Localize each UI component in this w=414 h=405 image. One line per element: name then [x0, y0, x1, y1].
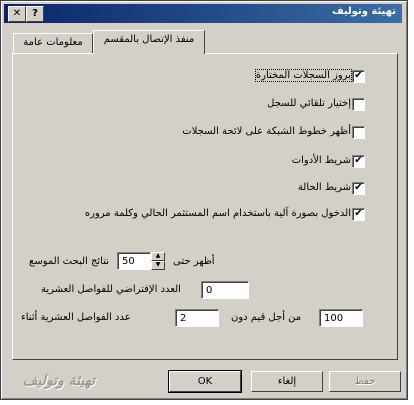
checkbox[interactable]: ✔: [352, 155, 365, 168]
threshold-value-input[interactable]: 100: [319, 309, 363, 327]
tab-general-info[interactable]: معلومات عامة: [13, 33, 93, 53]
default-decimals-label: العدد الإفتراضي للفواصل العشرية: [41, 284, 181, 295]
option-label: شريط الأدوات: [291, 155, 351, 166]
tab-switch-port[interactable]: منفذ الإتصال بالمقسم: [93, 30, 205, 54]
help-button[interactable]: ?: [26, 6, 44, 22]
decimal-places-input[interactable]: 2: [175, 309, 219, 327]
search-prefix-label: نتائج البحث الموسع: [29, 256, 110, 267]
checkbox[interactable]: ✔: [352, 70, 365, 83]
spin-down-icon[interactable]: ▼: [151, 261, 165, 270]
checkbox[interactable]: ✔: [352, 208, 365, 221]
cancel-button[interactable]: إلغاء: [251, 371, 323, 392]
checkbox[interactable]: [352, 126, 365, 139]
option-label: بروز السجلات المختارة: [254, 69, 353, 82]
watermark: تهيئة وتوليف: [23, 373, 96, 389]
option-status-bar[interactable]: شريط الحالة ✔: [13, 180, 397, 196]
checkbox[interactable]: [352, 98, 365, 111]
option-label: الدخول بصورة آلية باستخدام اسم المستثمر …: [84, 208, 351, 219]
search-suffix-label: أظهر حتى: [173, 256, 215, 267]
window-title: تهيئة وتوليف: [331, 6, 396, 17]
spin-up-icon[interactable]: ▲: [151, 252, 165, 261]
search-results-input[interactable]: 50: [117, 252, 151, 270]
default-decimals-input[interactable]: 0: [201, 281, 249, 299]
option-label: إختيار تلقائي للسجل: [267, 98, 351, 109]
option-label: شريط الحالة: [297, 182, 351, 193]
close-button[interactable]: ✕: [8, 6, 26, 22]
settings-dialog: ✕ ? تهيئة وتوليف معلومات عامة منفذ الإتص…: [0, 0, 408, 400]
tab-general-info-label: معلومات عامة: [23, 37, 83, 48]
checkbox[interactable]: ✔: [352, 182, 365, 195]
option-show-gridlines[interactable]: أظهر خطوط الشبكة على لائحة السجلات: [13, 124, 397, 140]
option-highlight-selected[interactable]: بروز السجلات المختارة ✔: [13, 68, 397, 84]
save-button[interactable]: حفظ: [329, 371, 401, 392]
title-bar: ✕ ? تهيئة وتوليف: [4, 4, 402, 23]
option-toolbar[interactable]: شريط الأدوات ✔: [13, 153, 397, 169]
option-auto-select-record[interactable]: إختيار تلقائي للسجل: [13, 96, 397, 112]
decimal-places-label: عدد الفواصل العشرية أثناء: [21, 312, 131, 323]
option-auto-login[interactable]: الدخول بصورة آلية باستخدام اسم المستثمر …: [13, 206, 397, 222]
tab-switch-port-label: منفذ الإتصال بالمقسم: [103, 34, 195, 45]
threshold-label: من أجل قيم دون: [231, 312, 302, 323]
ok-button[interactable]: OK: [168, 370, 242, 393]
option-label: أظهر خطوط الشبكة على لائحة السجلات: [182, 126, 351, 137]
search-results-spinner[interactable]: ▲ ▼: [151, 252, 165, 270]
tab-panel: بروز السجلات المختارة ✔ إختيار تلقائي لل…: [12, 53, 398, 360]
